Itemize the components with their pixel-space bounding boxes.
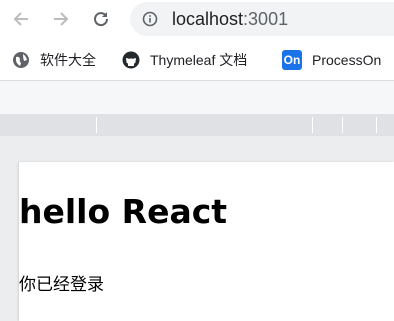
ruler-tick [312, 117, 313, 133]
arrow-left-icon [13, 12, 28, 26]
ruler-tick [96, 117, 97, 133]
url-text[interactable]: localhost:3001 [172, 8, 288, 30]
bookmark-thymeleaf[interactable]: Thymeleaf 文档 [122, 50, 247, 70]
media-query-ruler [0, 114, 394, 136]
bookmark-label: Thymeleaf 文档 [150, 52, 248, 68]
info-icon[interactable] [142, 11, 158, 27]
ruler-tick [342, 117, 343, 133]
browser-toolbar: localhost:3001 [0, 0, 394, 37]
page-viewport: hello React 你已经登录 [0, 136, 394, 321]
bookmark-label: ProcessOn [312, 52, 382, 68]
bookmark-processon[interactable]: On ProcessOn [282, 50, 381, 70]
address-bar[interactable]: localhost:3001 [130, 2, 394, 36]
back-button[interactable] [8, 6, 34, 32]
page-heading: hello React [19, 192, 228, 231]
reload-icon [94, 12, 109, 27]
login-status-text: 你已经登录 [19, 275, 104, 295]
ruler-tick [376, 117, 377, 133]
bookmarks-bar: 软件大全 Thymeleaf 文档 On ProcessOn [0, 42, 394, 78]
arrow-right-icon [54, 12, 69, 26]
url-host: localhost [172, 9, 244, 29]
processon-icon: On [282, 50, 302, 70]
bookmark-software[interactable]: 软件大全 [12, 50, 96, 70]
page-content: hello React 你已经登录 [19, 162, 394, 321]
github-icon [122, 51, 140, 69]
url-port: :3001 [243, 9, 289, 29]
globe-icon [13, 52, 29, 68]
forward-button[interactable] [48, 6, 74, 32]
device-toolbar [0, 81, 394, 114]
bookmark-label: 软件大全 [40, 52, 96, 68]
reload-button[interactable] [88, 6, 114, 32]
